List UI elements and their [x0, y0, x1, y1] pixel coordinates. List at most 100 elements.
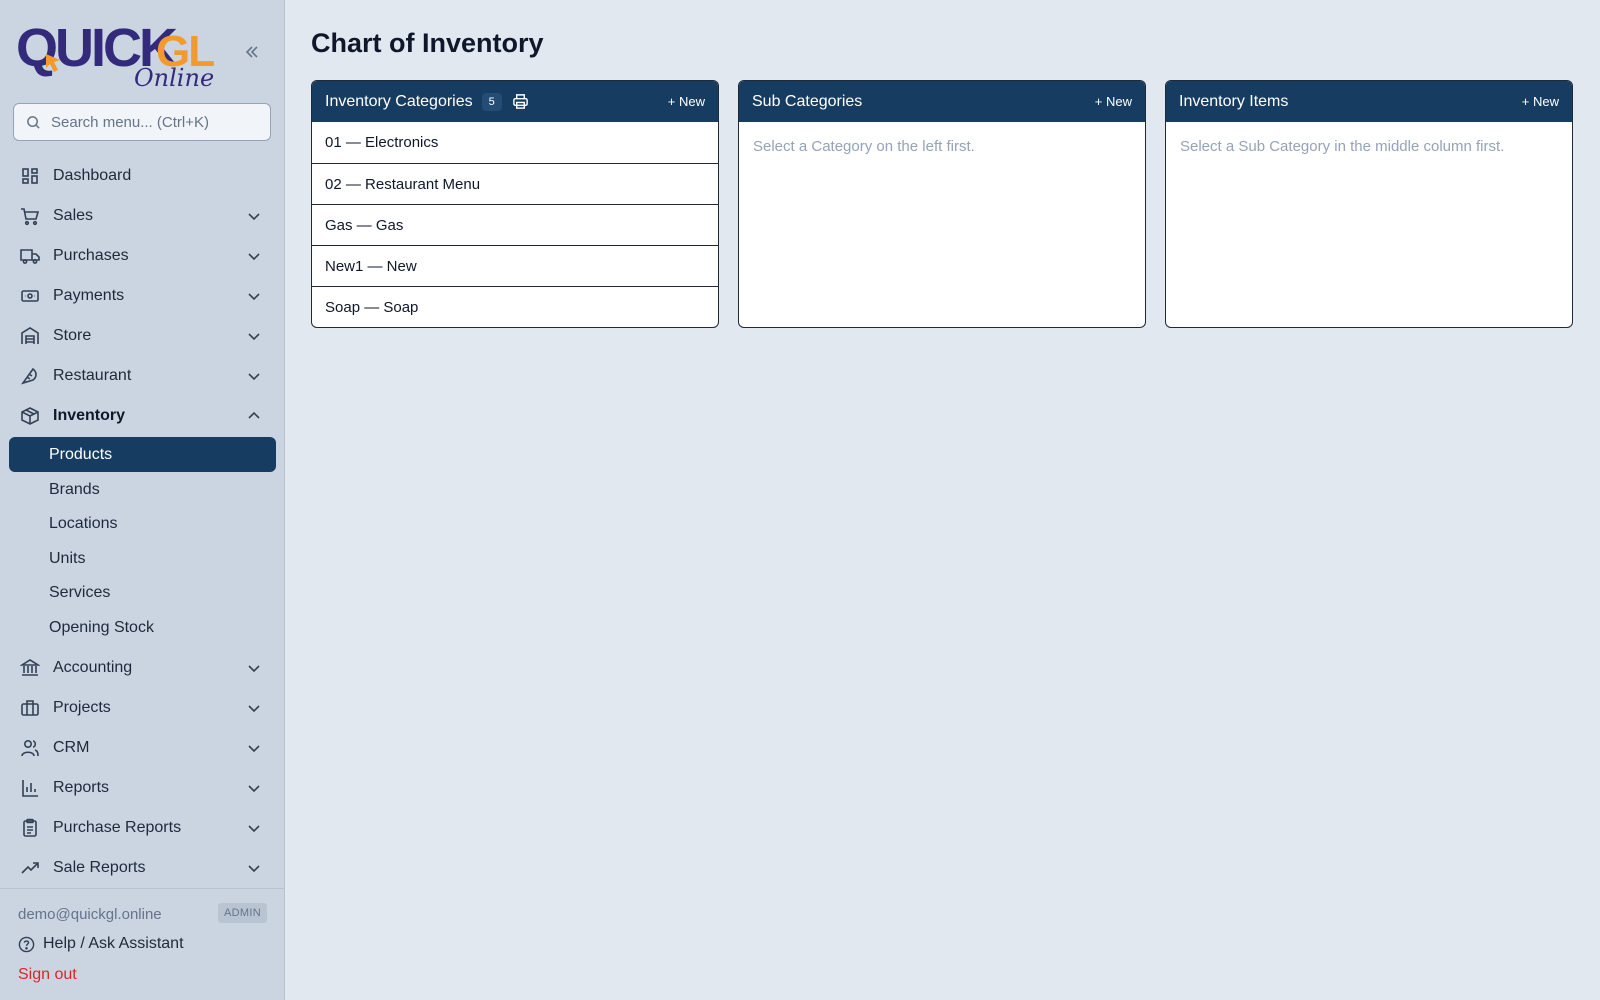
- nav-label: Sale Reports: [53, 859, 146, 876]
- nav-store[interactable]: Store: [0, 316, 285, 356]
- help-link[interactable]: Help / Ask Assistant: [18, 935, 184, 953]
- warehouse-icon: [20, 326, 40, 346]
- chevron-down-icon: [248, 745, 260, 753]
- grid-icon: [20, 166, 40, 186]
- trending-up-icon: [20, 858, 40, 878]
- nav-projects[interactable]: Projects: [0, 688, 285, 728]
- subnav-brands[interactable]: Brands: [9, 472, 276, 507]
- bar-chart-icon: [20, 778, 40, 798]
- items-empty-text: Select a Sub Category in the middle colu…: [1180, 138, 1505, 155]
- search-input[interactable]: [51, 113, 251, 131]
- nav-sale-reports[interactable]: Sale Reports: [0, 848, 285, 888]
- nav-payments[interactable]: Payments: [0, 276, 285, 316]
- nav-purchase-reports[interactable]: Purchase Reports: [0, 808, 285, 848]
- help-label: Help / Ask Assistant: [43, 935, 184, 952]
- app-logo[interactable]: QUICK GL Online: [16, 14, 216, 92]
- utensils-icon: [20, 366, 40, 386]
- subnav-label: Services: [49, 583, 111, 601]
- category-row[interactable]: Gas — Gas: [312, 204, 718, 245]
- nav-label: Payments: [53, 287, 125, 304]
- nav-label: Restaurant: [53, 367, 132, 384]
- nav-label: Projects: [53, 699, 111, 716]
- subnav-services[interactable]: Services: [9, 575, 276, 610]
- nav-label: CRM: [53, 739, 90, 756]
- box-icon: [20, 406, 40, 426]
- subnav-units[interactable]: Units: [9, 541, 276, 576]
- items-header: Inventory Items + New: [1166, 81, 1572, 122]
- category-row[interactable]: New1 — New: [312, 245, 718, 286]
- subnav-label: Locations: [49, 514, 118, 532]
- subnav-locations[interactable]: Locations: [9, 506, 276, 541]
- chevron-down-icon: [248, 333, 260, 341]
- nav-purchases[interactable]: Purchases: [0, 236, 285, 276]
- nav-label: Dashboard: [53, 167, 132, 184]
- sidebar-footer-divider: [0, 888, 285, 889]
- nav-inventory[interactable]: Inventory: [0, 396, 285, 436]
- items-title: Inventory Items: [1179, 92, 1289, 110]
- cart-icon: [20, 206, 40, 226]
- count-badge: 5: [481, 92, 502, 111]
- new-category-button[interactable]: + New: [668, 94, 705, 109]
- nav-reports[interactable]: Reports: [0, 768, 285, 808]
- collapse-sidebar-icon[interactable]: [240, 40, 264, 64]
- role-badge: ADMIN: [218, 903, 267, 923]
- svg-text:Online: Online: [134, 64, 214, 90]
- chevron-down-icon: [248, 253, 260, 261]
- category-row[interactable]: 01 — Electronics: [312, 122, 718, 163]
- bank-icon: [20, 658, 40, 678]
- chevron-down-icon: [248, 785, 260, 793]
- categories-panel: Inventory Categories 5 + New 01 — Electr…: [311, 80, 719, 328]
- nav-label: Purchases: [53, 247, 129, 264]
- new-subcategory-button[interactable]: + New: [1095, 94, 1132, 109]
- subcategories-title: Sub Categories: [752, 92, 863, 110]
- users-icon: [20, 738, 40, 758]
- briefcase-icon: [20, 698, 40, 718]
- nav-label: Inventory: [53, 407, 126, 424]
- search-icon: [27, 115, 40, 129]
- categories-header: Inventory Categories 5 + New: [312, 81, 718, 122]
- print-icon[interactable]: [512, 93, 530, 111]
- nav-label: Accounting: [53, 659, 133, 676]
- nav-label: Sales: [53, 207, 94, 224]
- clipboard-icon: [20, 818, 40, 838]
- page-title: Chart of Inventory: [311, 28, 544, 58]
- sidebar: QUICK GL Online Dashboard Sales Purchase…: [0, 0, 285, 1000]
- nav-crm[interactable]: CRM: [0, 728, 285, 768]
- categories-list: 01 — Electronics 02 — Restaurant Menu Ga…: [312, 122, 718, 327]
- chevron-down-icon: [248, 293, 260, 301]
- category-row[interactable]: 02 — Restaurant Menu: [312, 163, 718, 204]
- subnav-label: Brands: [49, 480, 100, 498]
- chevron-down-icon: [248, 705, 260, 713]
- help-icon: [18, 936, 35, 952]
- subnav-label: Opening Stock: [49, 618, 154, 636]
- chevron-down-icon: [248, 825, 260, 833]
- sign-out-link[interactable]: Sign out: [18, 966, 77, 984]
- nav-sales[interactable]: Sales: [0, 196, 285, 236]
- chevron-down-icon: [248, 665, 260, 673]
- search-field[interactable]: [13, 103, 271, 141]
- chevron-up-icon: [248, 411, 260, 419]
- items-panel: Inventory Items + New Select a Sub Categ…: [1165, 80, 1573, 328]
- chevron-down-icon: [248, 213, 260, 221]
- subnav-products[interactable]: Products: [9, 437, 276, 472]
- subnav-opening-stock[interactable]: Opening Stock: [9, 610, 276, 645]
- truck-icon: [20, 246, 40, 266]
- categories-title: Inventory Categories: [325, 92, 473, 110]
- new-item-button[interactable]: + New: [1522, 94, 1559, 109]
- chevron-down-icon: [248, 373, 260, 381]
- subcategories-header: Sub Categories + New: [739, 81, 1145, 122]
- chevron-down-icon: [248, 865, 260, 873]
- subcategories-panel: Sub Categories + New Select a Category o…: [738, 80, 1146, 328]
- subcategories-empty-text: Select a Category on the left first.: [753, 138, 975, 155]
- nav-label: Purchase Reports: [53, 819, 182, 836]
- subnav-label: Products: [49, 445, 113, 463]
- category-row[interactable]: Soap — Soap: [312, 286, 718, 327]
- nav-label: Reports: [53, 779, 110, 796]
- banknote-icon: [20, 286, 40, 306]
- nav-label: Store: [53, 327, 92, 344]
- subnav-label: Units: [49, 549, 86, 567]
- nav-dashboard[interactable]: Dashboard: [0, 156, 285, 196]
- user-email: demo@quickgl.online: [18, 906, 162, 923]
- nav-accounting[interactable]: Accounting: [0, 648, 285, 688]
- nav-restaurant[interactable]: Restaurant: [0, 356, 285, 396]
